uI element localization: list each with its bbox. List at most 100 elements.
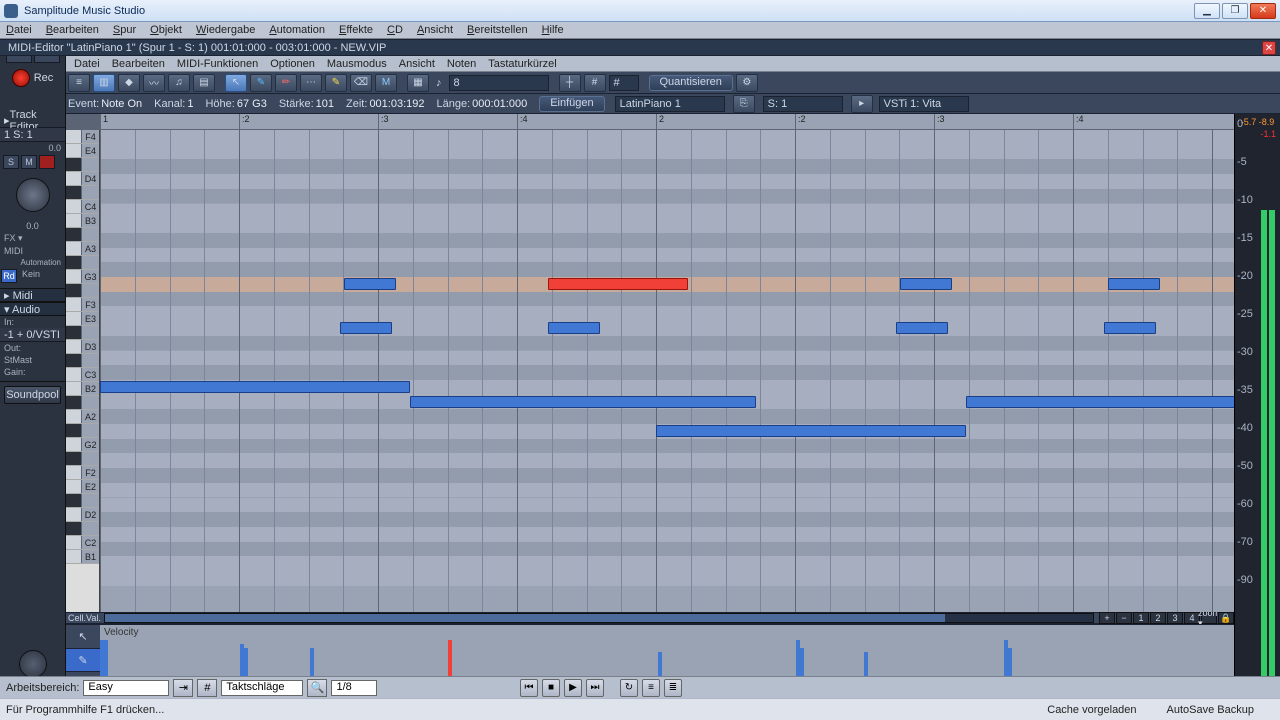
midi-button[interactable]: MIDI — [0, 245, 65, 257]
midi-section-header[interactable]: ▸ Midi — [0, 288, 65, 302]
zoom-+[interactable]: + — [1099, 612, 1115, 624]
metronome-button[interactable]: ≣ — [664, 679, 682, 697]
midi-menu-noten[interactable]: Noten — [447, 58, 476, 70]
menu-bearbeiten[interactable]: Bearbeiten — [46, 24, 99, 36]
fx-button[interactable]: FX ▾ — [0, 232, 65, 245]
grid-unit-select[interactable]: Taktschläge — [221, 680, 303, 696]
velocity-select-tool[interactable]: ↖ — [66, 625, 100, 649]
punch-button[interactable]: ≡ — [642, 679, 660, 697]
grid-fraction-select[interactable]: 1/8 — [331, 680, 377, 696]
midi-menu-optionen[interactable]: Optionen — [270, 58, 315, 70]
midi-note[interactable] — [896, 322, 948, 334]
workspace-select[interactable]: Easy — [83, 680, 169, 696]
menu-automation[interactable]: Automation — [269, 24, 325, 36]
note-grid[interactable] — [100, 130, 1234, 612]
zoom-tool-button[interactable]: M — [375, 74, 397, 92]
zoom-−[interactable]: − — [1116, 612, 1132, 624]
pianoroll-view-button[interactable]: ▥ — [93, 74, 115, 92]
arm-record-button[interactable] — [39, 155, 55, 169]
midi-menu-tastaturkürzel[interactable]: Tastaturkürzel — [488, 58, 556, 70]
menu-bereitstellen[interactable]: Bereitstellen — [467, 24, 528, 36]
list-view-button[interactable]: ≡ — [68, 74, 90, 92]
snap-button[interactable]: ┼ — [559, 74, 581, 92]
stop-button[interactable]: ■ — [542, 679, 560, 697]
minimize-button[interactable]: ▁ — [1194, 3, 1220, 19]
midi-note[interactable] — [548, 278, 688, 290]
pattern-tool-button[interactable]: ⋯ — [300, 74, 322, 92]
menu-spur[interactable]: Spur — [113, 24, 136, 36]
read-automation-button[interactable]: Rd — [1, 269, 17, 283]
midi-menu-datei[interactable]: Datei — [74, 58, 100, 70]
audio-in-value[interactable]: -1 + 0/VSTI — [0, 328, 65, 342]
ffwd-button[interactable]: ⏭ — [586, 679, 604, 697]
velocity-draw-tool[interactable]: ✎ — [66, 649, 100, 673]
menu-cd[interactable]: CD — [387, 24, 403, 36]
snap-value-select[interactable]: # — [609, 75, 639, 91]
menu-effekte[interactable]: Effekte — [339, 24, 373, 36]
record-button[interactable] — [12, 69, 30, 87]
midi-menu-mausmodus[interactable]: Mausmodus — [327, 58, 387, 70]
grid-toggle-button[interactable]: # — [197, 679, 217, 697]
midi-editor-close-button[interactable]: ✕ — [1262, 41, 1276, 55]
audio-out-value[interactable]: StMast — [0, 354, 65, 366]
restore-button[interactable]: ❐ — [1222, 3, 1248, 19]
marker-button[interactable]: ⇥ — [173, 679, 193, 697]
soundpool-button[interactable]: Soundpool — [4, 386, 61, 404]
drum-tool-button[interactable]: ✏ — [275, 74, 297, 92]
insert-button[interactable]: Einfügen — [539, 96, 604, 112]
velocity-tool-button[interactable]: ✎ — [325, 74, 347, 92]
menu-wiedergabe[interactable]: Wiedergabe — [196, 24, 255, 36]
midi-note[interactable] — [548, 322, 600, 334]
piano-keyboard[interactable]: F4E4D4C4B3A3G3F3E3D3C3B2A2G2F2E2D2C2B1 — [66, 130, 100, 612]
solo-button[interactable]: S — [3, 155, 19, 169]
zoom-1[interactable]: 1 — [1133, 612, 1149, 624]
zoom-tool[interactable]: 🔍 — [307, 679, 327, 697]
midi-menu-midi-funktionen[interactable]: MIDI-Funktionen — [177, 58, 258, 70]
track-link-button[interactable]: ⎘ — [733, 95, 755, 113]
length-value[interactable]: 000:01:000 — [472, 98, 527, 110]
erase-tool-button[interactable]: ⌫ — [350, 74, 372, 92]
drum-view-button[interactable]: ◆ — [118, 74, 140, 92]
midi-note[interactable] — [340, 322, 392, 334]
snap-grid-button[interactable]: # — [584, 74, 606, 92]
zoom-🔒[interactable]: 🔒 — [1218, 612, 1234, 624]
track-select[interactable]: LatinPiano 1 — [615, 96, 725, 112]
quantize-grid-button[interactable]: ▦ — [407, 74, 429, 92]
zoom-zoom ▾[interactable]: zoom ▾ — [1201, 612, 1217, 624]
channel-value[interactable]: 1 — [187, 98, 193, 110]
audio-section-header[interactable]: ▾ Audio — [0, 302, 65, 316]
midi-menu-bearbeiten[interactable]: Bearbeiten — [112, 58, 165, 70]
event-view-button[interactable]: ▤ — [193, 74, 215, 92]
note-value-select[interactable]: 8 — [449, 75, 549, 91]
loop-button[interactable]: ↻ — [620, 679, 638, 697]
pitch-value[interactable]: 67 G3 — [237, 98, 267, 110]
midi-note[interactable] — [900, 278, 952, 290]
menu-hilfe[interactable]: Hilfe — [542, 24, 564, 36]
time-value[interactable]: 001:03:192 — [369, 98, 424, 110]
velocity-value[interactable]: 101 — [316, 98, 334, 110]
menu-ansicht[interactable]: Ansicht — [417, 24, 453, 36]
midi-menu-ansicht[interactable]: Ansicht — [399, 58, 435, 70]
slot-select[interactable]: S: 1 — [763, 96, 843, 112]
menu-datei[interactable]: Datei — [6, 24, 32, 36]
mute-button[interactable]: M — [21, 155, 37, 169]
wave-view-button[interactable]: 〰 — [143, 74, 165, 92]
menu-objekt[interactable]: Objekt — [150, 24, 182, 36]
track-row[interactable]: 1 S: 1 — [0, 128, 65, 142]
midi-note[interactable] — [1104, 322, 1156, 334]
midi-note[interactable] — [656, 425, 966, 437]
vsti-edit-button[interactable]: ▸ — [851, 95, 873, 113]
vsti-select[interactable]: VSTi 1: Vita — [879, 96, 969, 112]
quantize-settings-button[interactable]: ⚙ — [736, 74, 758, 92]
midi-note[interactable] — [966, 396, 1234, 408]
zoom-2[interactable]: 2 — [1150, 612, 1166, 624]
midi-note[interactable] — [344, 278, 396, 290]
midi-note[interactable] — [410, 396, 756, 408]
pan-knob[interactable] — [16, 178, 50, 212]
score-view-button[interactable]: ♫ — [168, 74, 190, 92]
rewind-button[interactable]: ⏮ — [520, 679, 538, 697]
zoom-3[interactable]: 3 — [1167, 612, 1183, 624]
midi-note[interactable] — [100, 381, 410, 393]
close-button[interactable]: ✕ — [1250, 3, 1276, 19]
h-scrollbar[interactable] — [104, 613, 1094, 623]
